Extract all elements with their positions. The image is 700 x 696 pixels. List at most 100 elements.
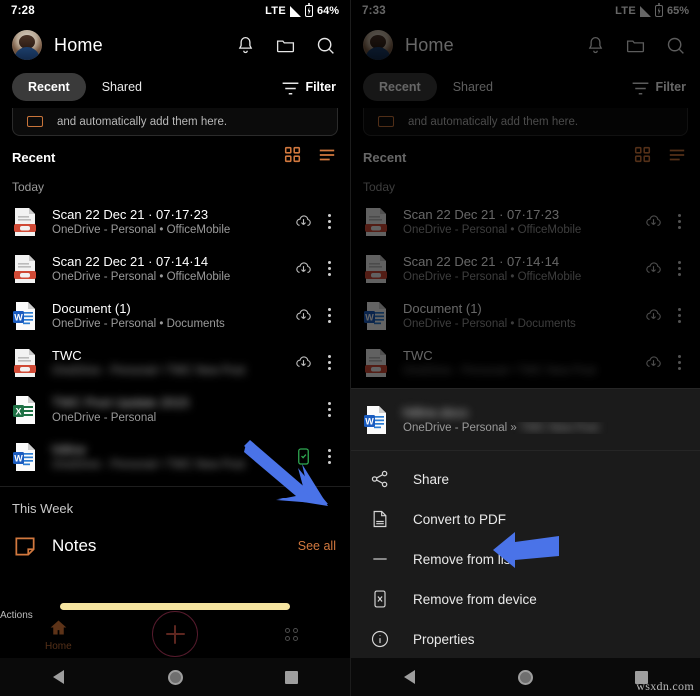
status-bar-left: 7:28 LTE 64% (0, 0, 350, 22)
home-circle-icon (167, 669, 183, 685)
home-icon (50, 620, 67, 634)
system-back-button[interactable] (351, 670, 467, 684)
menu-item-properties[interactable]: Properties (351, 619, 700, 659)
cloud-download-icon[interactable] (640, 259, 666, 278)
more-options-button[interactable] (318, 308, 340, 323)
notes-section-row[interactable]: Notes See all (0, 524, 350, 568)
file-name: hitline.docx (403, 405, 469, 420)
menu-item-share[interactable]: Share (351, 459, 700, 499)
list-view-icon[interactable] (668, 146, 686, 169)
cloud-download-icon[interactable] (640, 212, 666, 231)
tab-shared[interactable]: Shared (86, 73, 158, 101)
cloud-download-icon[interactable] (290, 212, 316, 231)
tab-recent[interactable]: Recent (363, 73, 437, 101)
table-row[interactable]: W hitline OneDrive - Personal • TWC New … (0, 433, 350, 480)
promo-card[interactable]: and automatically add them here. (12, 108, 338, 136)
cloud-download-icon[interactable] (640, 306, 666, 325)
word-file-icon: W (363, 301, 389, 331)
system-home-button[interactable] (117, 669, 234, 685)
tab-shared[interactable]: Shared (437, 73, 509, 101)
more-options-button[interactable] (668, 214, 690, 229)
search-icon[interactable] (315, 35, 336, 56)
battery-percent-label: 64% (316, 5, 339, 17)
file-meta: hitline.docx OneDrive - Personal » TWC N… (403, 405, 688, 434)
filter-button[interactable]: Filter (630, 78, 686, 96)
on-device-icon[interactable] (290, 447, 316, 466)
promo-card[interactable]: and automatically add them here. (363, 108, 688, 136)
menu-label: Convert to PDF (413, 511, 507, 527)
search-icon[interactable] (665, 35, 686, 56)
table-row[interactable]: TWC OneDrive - Personal • TWC New Post (0, 339, 350, 386)
avatar[interactable] (363, 30, 393, 60)
more-options-button[interactable] (318, 449, 340, 464)
nav-label-home: Home (44, 640, 72, 652)
app-header-left: Home (0, 22, 350, 68)
pdf-file-icon (363, 207, 389, 237)
file-name: Scan 22 Dec 21 · 07·17·23 (52, 207, 209, 222)
group-label-this-week: This Week (12, 501, 74, 516)
table-row[interactable]: W Document (1) OneDrive - Personal • Doc… (351, 292, 700, 339)
grid-view-icon[interactable] (634, 146, 651, 168)
table-row[interactable]: X TWC Post Update 2015 OneDrive - Person… (0, 386, 350, 433)
menu-item-remove-from-list[interactable]: Remove from list (351, 539, 700, 579)
sheet-file-header: W hitline.docx OneDrive - Personal » TWC… (351, 389, 700, 451)
nav-item-actions[interactable]: Actions (0, 610, 350, 658)
cloud-download-icon[interactable] (290, 353, 316, 372)
system-home-button[interactable] (467, 669, 583, 685)
tab-bar-right: Recent Shared Filter (351, 68, 700, 106)
file-name: Scan 22 Dec 21 · 07·14·14 (403, 254, 560, 269)
folder-icon[interactable] (625, 35, 646, 56)
cloud-download-icon[interactable] (290, 306, 316, 325)
more-options-button[interactable] (318, 355, 340, 370)
file-meta: Document (1) OneDrive - Personal • Docum… (403, 301, 640, 330)
file-subtitle: OneDrive - Personal • TWC New Post (403, 365, 596, 377)
add-button[interactable] (152, 611, 198, 657)
menu-item-convert-to-pdf[interactable]: Convert to PDF (351, 499, 700, 539)
bell-icon[interactable] (585, 35, 606, 56)
promo-text: and automatically add them here. (408, 115, 579, 128)
convert-pdf-icon (369, 508, 391, 530)
context-menu-sheet: W hitline.docx OneDrive - Personal » TWC… (351, 388, 700, 658)
nav-item-add[interactable] (117, 611, 234, 657)
system-back-button[interactable] (0, 670, 117, 684)
file-list-right: Scan 22 Dec 21 · 07·17·23 OneDrive - Per… (351, 198, 700, 386)
folder-icon[interactable] (275, 35, 296, 56)
table-row[interactable]: Scan 22 Dec 21 · 07·14·14 OneDrive - Per… (0, 245, 350, 292)
more-options-button[interactable] (318, 261, 340, 276)
table-row[interactable]: Scan 22 Dec 21 · 07·17·23 OneDrive - Per… (351, 198, 700, 245)
scan-card-icon (23, 113, 47, 131)
nav-item-home[interactable]: Home (0, 617, 117, 652)
word-file-icon: W (12, 442, 38, 472)
see-all-link[interactable]: See all (298, 539, 336, 553)
filter-button[interactable]: Filter (280, 78, 336, 96)
more-options-button[interactable] (668, 261, 690, 276)
menu-label: Properties (413, 631, 475, 647)
menu-item-remove-from-device[interactable]: Remove from device (351, 579, 700, 619)
grid-view-icon[interactable] (284, 146, 301, 168)
file-meta: Scan 22 Dec 21 · 07·17·23 OneDrive - Per… (52, 207, 290, 236)
header-actions (235, 35, 336, 56)
cloud-download-icon[interactable] (640, 353, 666, 372)
more-options-button[interactable] (668, 355, 690, 370)
more-options-button[interactable] (318, 214, 340, 229)
table-row[interactable]: Scan 22 Dec 21 · 07·14·14 OneDrive - Per… (351, 245, 700, 292)
more-options-button[interactable] (318, 402, 340, 417)
tab-recent[interactable]: Recent (12, 73, 86, 101)
file-subtitle: OneDrive - Personal • OfficeMobile (52, 224, 231, 236)
table-row[interactable]: Scan 22 Dec 21 · 07·17·23 OneDrive - Per… (0, 198, 350, 245)
table-row[interactable]: TWC OneDrive - Personal • TWC New Post (351, 339, 700, 386)
list-view-icon[interactable] (318, 146, 336, 169)
status-indicators: LTE 64% (265, 3, 339, 17)
file-name: TWC Post Update 2015 (52, 395, 190, 410)
bell-icon[interactable] (235, 35, 256, 56)
table-row[interactable]: W Document (1) OneDrive - Personal • Doc… (0, 292, 350, 339)
avatar[interactable] (12, 30, 42, 60)
more-options-button[interactable] (668, 308, 690, 323)
cloud-download-icon[interactable] (290, 259, 316, 278)
segmented-control: Recent Shared (363, 73, 509, 101)
excel-file-icon: X (12, 395, 38, 425)
filter-label: Filter (655, 80, 686, 94)
file-meta: Scan 22 Dec 21 · 07·14·14 OneDrive - Per… (52, 254, 290, 283)
four-dots-icon (283, 626, 300, 643)
system-recents-button[interactable] (233, 670, 350, 684)
